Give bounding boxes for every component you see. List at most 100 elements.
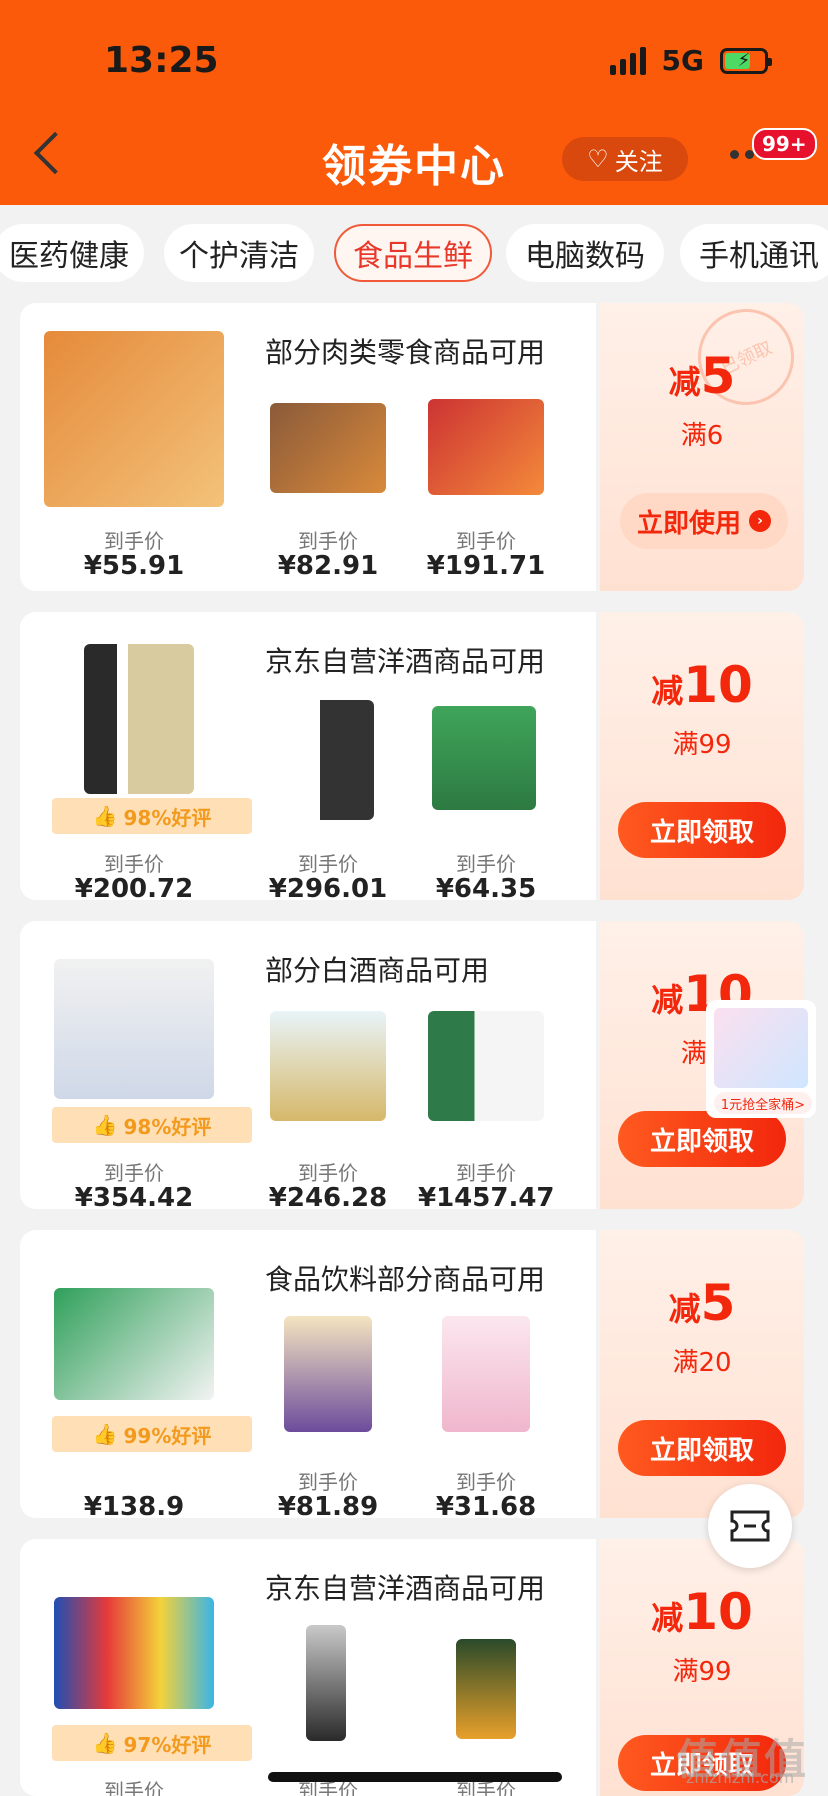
product-item[interactable]: 到手价 ¥64.35 — [418, 692, 554, 904]
price: ¥82.91 — [277, 551, 379, 581]
price-label: 到手价 — [298, 1470, 358, 1494]
price: ¥1457.47 — [418, 1183, 555, 1213]
discount-amount: 减10 — [651, 1583, 753, 1641]
coupon-products: 京东自营洋酒商品可用 👍 98%好评 到手价 ¥200.72 到手价 ¥296.0… — [20, 612, 596, 904]
price-label: 到手价 — [456, 1161, 516, 1185]
product-image — [284, 1316, 372, 1432]
coupon-card: 部分肉类零食商品可用 到手价 ¥55.91 到手价 ¥82.91 到手价 ¥19… — [20, 293, 810, 591]
price: ¥191.71 — [426, 551, 546, 581]
product-image — [44, 331, 224, 507]
tab-food[interactable]: 食品生鲜 — [334, 224, 492, 282]
product-item[interactable]: 到手价 ¥31.68 — [418, 1310, 554, 1522]
price: ¥296.01 — [268, 874, 388, 904]
status-time: 13:25 — [104, 40, 219, 81]
claim-now-button[interactable]: 立即领取 — [618, 1111, 786, 1167]
tab-medicine[interactable]: 医药健康 — [0, 224, 144, 282]
status-icons: 5G ⚡ — [609, 44, 772, 77]
claim-now-button[interactable]: 立即领取 — [618, 802, 786, 858]
thumbs-up-icon: 👍 — [92, 1731, 118, 1755]
floating-ad[interactable]: 1元抢全家桶> — [706, 1000, 816, 1118]
arrow-right-icon: › — [749, 510, 771, 532]
home-indicator[interactable] — [268, 1772, 562, 1782]
product-image — [306, 1625, 346, 1741]
product-item[interactable]: 到手价 ¥82.91 — [260, 383, 396, 589]
product-item[interactable]: 👍 99%好评 ¥138.9 — [40, 1254, 252, 1522]
coupon-value: 已领取 减5 满6 立即使用 › — [600, 293, 810, 591]
product-item[interactable]: 到手价 — [260, 1619, 396, 1796]
price: ¥354.42 — [74, 1183, 194, 1213]
product-item[interactable]: 到手价 ¥191.71 — [418, 383, 554, 589]
product-item[interactable]: 到手价 — [418, 1619, 554, 1796]
product-item[interactable]: 👍 98%好评 到手价 ¥354.42 — [40, 945, 252, 1213]
discount-threshold: 满20 — [672, 1348, 732, 1378]
thumbs-up-icon: 👍 — [92, 1422, 118, 1446]
product-image — [54, 1597, 214, 1709]
coupon-center-page: 13:25 5G ⚡ 领券中心 ♡ 关注 99+ 医药健康 个护清洁 食品生鲜 … — [0, 0, 828, 1796]
use-now-button[interactable]: 立即使用 › — [620, 493, 788, 549]
product-image — [428, 399, 544, 495]
discount-threshold: 满99 — [672, 730, 732, 760]
coupon-products: 京东自营洋酒商品可用 👍 97%好评 到手价 到手价 到手价 — [20, 1539, 596, 1796]
coupon-condition: 京东自营洋酒商品可用 — [265, 1572, 546, 1605]
product-item[interactable]: 到手价 ¥1457.47 — [418, 1001, 555, 1213]
rating-badge: 👍 98%好评 — [52, 798, 252, 834]
product-image — [432, 706, 536, 810]
price-label: 到手价 — [104, 1161, 164, 1185]
product-image — [54, 959, 214, 1099]
price-label: 到手价 — [456, 1470, 516, 1494]
product-image — [270, 403, 386, 493]
notification-badge: 99+ — [752, 128, 817, 160]
button-label: 立即使用 — [636, 508, 741, 539]
product-image — [284, 700, 374, 820]
coupon-condition: 食品饮料部分商品可用 — [265, 1263, 546, 1296]
coupon-card: 食品饮料部分商品可用 👍 99%好评 ¥138.9 到手价 ¥81.89 到手价 … — [20, 1230, 804, 1522]
coupon-value: 减5 满20 立即领取 — [600, 1230, 804, 1518]
product-item[interactable]: 到手价 ¥81.89 — [260, 1310, 396, 1522]
ad-image — [714, 1008, 808, 1088]
product-image — [270, 1011, 386, 1121]
price: ¥31.68 — [435, 1492, 537, 1522]
coupon-condition: 部分白酒商品可用 — [265, 954, 490, 987]
follow-button[interactable]: ♡ 关注 — [562, 137, 688, 181]
claim-now-button[interactable]: 立即领取 — [618, 1420, 786, 1476]
discount-amount: 减5 — [668, 347, 736, 405]
battery-icon: ⚡ — [720, 47, 772, 74]
price: ¥55.91 — [83, 551, 185, 581]
tab-computer[interactable]: 电脑数码 — [506, 224, 664, 282]
product-item[interactable]: 到手价 ¥246.28 — [260, 1001, 396, 1213]
ad-label: 1元抢全家桶> — [714, 1092, 812, 1114]
product-image — [456, 1639, 516, 1739]
product-item[interactable]: 👍 97%好评 到手价 — [40, 1563, 252, 1796]
signal-icon — [609, 46, 646, 75]
price-label: 到手价 — [298, 852, 358, 876]
discount-amount: 减5 — [668, 1274, 736, 1332]
price-label: 到手价 — [104, 852, 164, 876]
coupon-products: 部分白酒商品可用 👍 98%好评 到手价 ¥354.42 到手价 ¥246.28 … — [20, 921, 596, 1213]
price-label: 到手价 — [104, 1779, 164, 1796]
price-label: 到手价 — [456, 852, 516, 876]
heart-icon: ♡ — [587, 145, 609, 173]
coupon-card: 部分白酒商品可用 👍 98%好评 到手价 ¥354.42 到手价 ¥246.28 … — [20, 921, 804, 1213]
discount-threshold: 满6 — [680, 421, 724, 451]
watermark-url: zhizhizhi.com — [686, 1768, 795, 1787]
tab-personal-care[interactable]: 个护清洁 — [164, 224, 314, 282]
page-title: 领券中心 — [322, 141, 506, 192]
coupon-card: 京东自营洋酒商品可用 👍 98%好评 到手价 ¥200.72 到手价 ¥296.0… — [20, 612, 804, 904]
coupon-condition: 京东自营洋酒商品可用 — [265, 645, 546, 678]
thumbs-up-icon: 👍 — [92, 804, 118, 828]
rating-badge: 👍 97%好评 — [52, 1725, 252, 1761]
price-label: 到手价 — [456, 529, 516, 553]
price: ¥64.35 — [435, 874, 537, 904]
product-image — [54, 1288, 214, 1400]
product-image — [428, 1011, 544, 1121]
price-label: 到手价 — [298, 1161, 358, 1185]
discount-amount: 减10 — [651, 656, 753, 714]
category-tabs: 医药健康 个护清洁 食品生鲜 电脑数码 手机通讯 — [0, 224, 828, 284]
tab-phone[interactable]: 手机通讯 — [680, 224, 828, 282]
network-label: 5G — [661, 44, 704, 77]
product-item[interactable]: 到手价 ¥296.01 — [260, 692, 396, 904]
coupon-ticket-button[interactable] — [708, 1484, 792, 1568]
rating-badge: 👍 99%好评 — [52, 1416, 252, 1452]
product-item[interactable]: 👍 98%好评 到手价 ¥200.72 — [40, 636, 252, 904]
product-item[interactable]: 到手价 ¥55.91 — [40, 327, 228, 589]
